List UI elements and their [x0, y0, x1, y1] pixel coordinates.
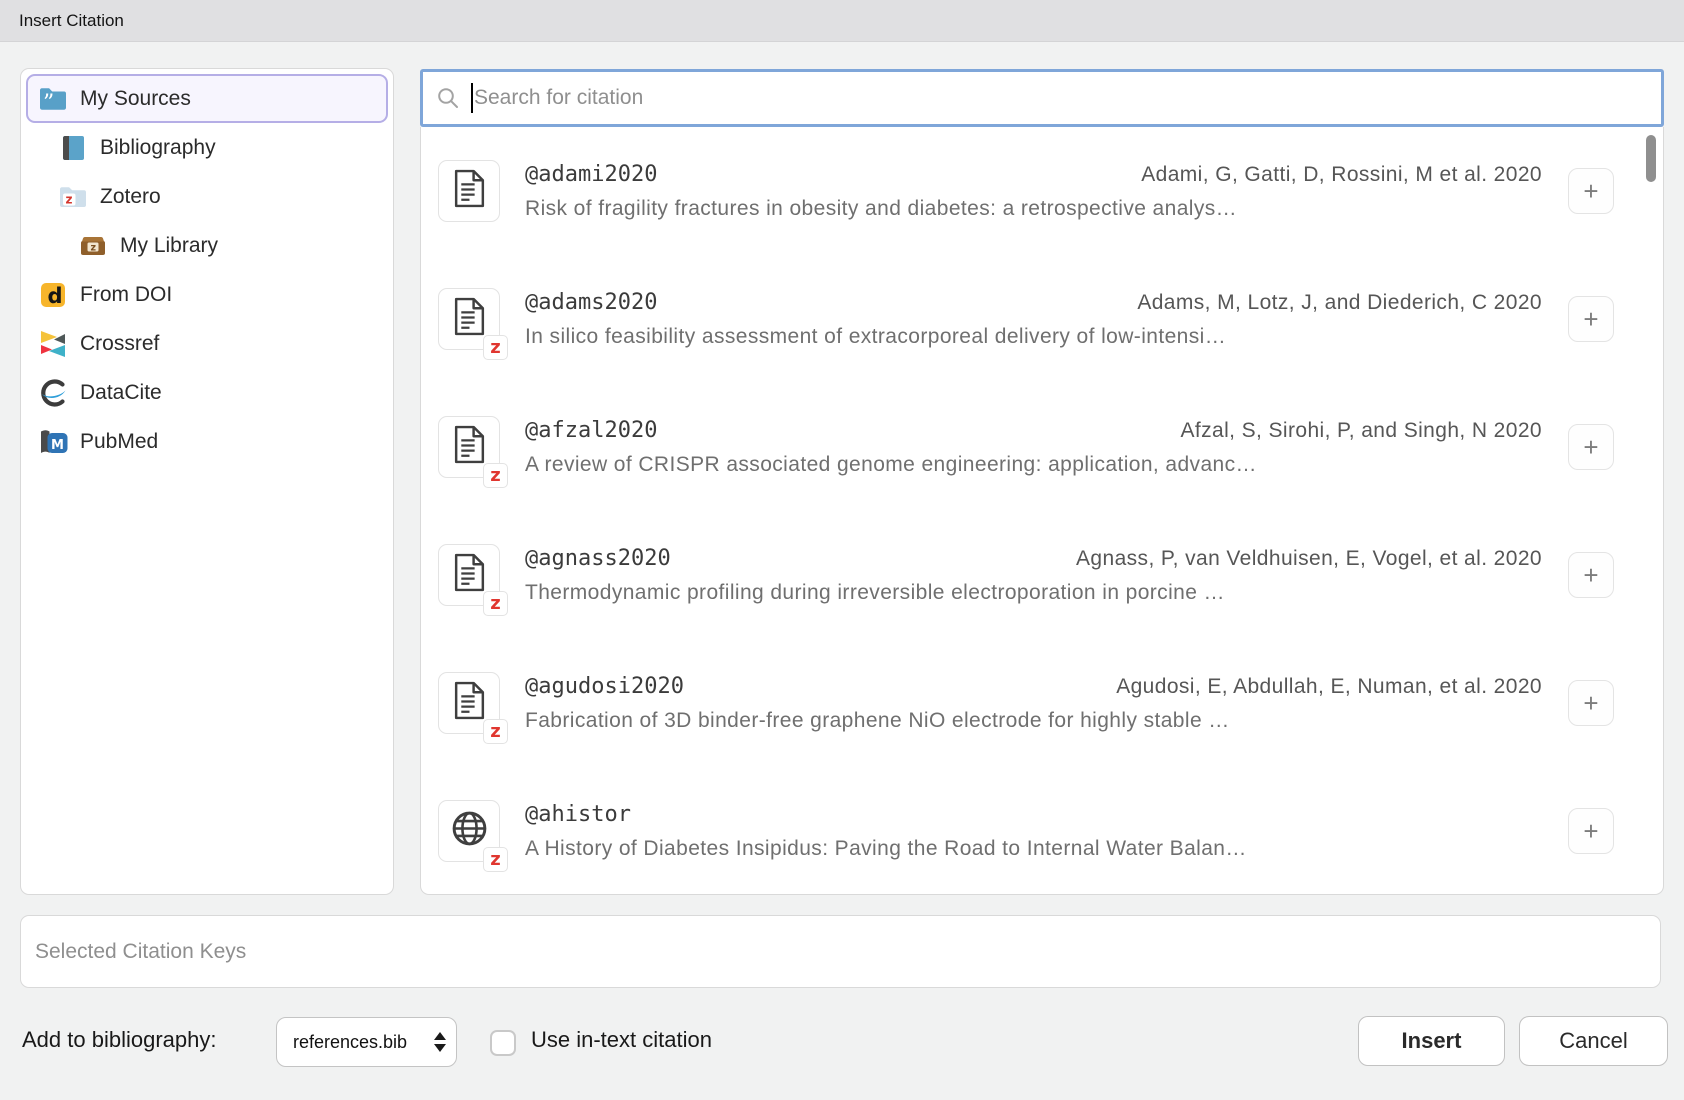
sidebar-item-crossref[interactable]: Crossref	[26, 319, 388, 368]
globe-icon	[449, 808, 490, 854]
citation-search-box	[420, 69, 1664, 127]
scrollbar-thumb[interactable]	[1646, 135, 1656, 182]
doi-icon: d	[38, 280, 68, 310]
document-icon	[453, 425, 486, 469]
search-icon	[436, 86, 460, 110]
selected-citation-keys-placeholder: Selected Citation Keys	[35, 940, 246, 964]
crossref-icon	[38, 329, 68, 359]
citation-title: A review of CRISPR associated genome eng…	[525, 453, 1542, 477]
citation-title: A History of Diabetes Insipidus: Paving …	[525, 837, 1542, 861]
citation-authors: Adami, G, Gatti, D, Rossini, M et al. 20…	[1141, 163, 1542, 187]
zotero-badge: z	[483, 335, 508, 360]
sidebar-item-datacite[interactable]: DataCite	[26, 368, 388, 417]
library-box-icon: z	[78, 231, 108, 261]
sidebar-item-label: My Sources	[80, 87, 191, 111]
add-citation-button[interactable]: +	[1568, 552, 1614, 598]
sidebar-item-zotero[interactable]: z Zotero	[46, 172, 388, 221]
text-cursor	[471, 83, 473, 113]
insert-button[interactable]: Insert	[1358, 1016, 1505, 1066]
citation-authors: Agudosi, E, Abdullah, E, Numan, et al. 2…	[1116, 675, 1542, 699]
cancel-button[interactable]: Cancel	[1519, 1016, 1668, 1066]
use-intext-citation-checkbox[interactable]	[490, 1030, 516, 1056]
bibliography-file-select[interactable]: references.bib	[276, 1017, 457, 1067]
citation-results-list: @adami2020 Adami, G, Gatti, D, Rossini, …	[420, 127, 1664, 895]
citation-key: @ahistor	[525, 802, 631, 827]
zotero-badge: z	[483, 591, 508, 616]
citation-row[interactable]: @adami2020 Adami, G, Gatti, D, Rossini, …	[421, 127, 1663, 255]
citation-title: Thermodynamic profiling during irreversi…	[525, 581, 1542, 605]
citation-row[interactable]: z @adams2020 Adams, M, Lotz, J, and Died…	[421, 255, 1663, 383]
dialog-titlebar: Insert Citation	[0, 0, 1684, 42]
zotero-badge: z	[483, 463, 508, 488]
sidebar-item-label: PubMed	[80, 430, 158, 454]
pubmed-icon: M	[38, 427, 68, 457]
sidebar-item-my-sources[interactable]: ” My Sources	[26, 74, 388, 123]
document-icon	[453, 297, 486, 341]
svg-text:z: z	[91, 242, 97, 253]
sidebar-item-from-doi[interactable]: d From DOI	[26, 270, 388, 319]
add-to-bibliography-label: Add to bibliography:	[22, 1027, 216, 1053]
add-citation-button[interactable]: +	[1568, 424, 1614, 470]
sidebar-item-pubmed[interactable]: M PubMed	[26, 417, 388, 466]
citation-key: @agudosi2020	[525, 674, 684, 699]
document-icon	[453, 169, 486, 213]
citation-row[interactable]: z @agnass2020 Agnass, P, van Veldhuisen,…	[421, 511, 1663, 639]
citation-key: @adams2020	[525, 290, 657, 315]
zotero-badge: z	[483, 847, 508, 872]
sidebar-item-label: Zotero	[100, 185, 161, 209]
use-intext-citation-label: Use in-text citation	[531, 1027, 712, 1053]
sidebar-item-label: From DOI	[80, 283, 172, 307]
dialog-title: Insert Citation	[0, 0, 1684, 41]
citation-row[interactable]: z @ahistor A History of Diabetes Insipid…	[421, 767, 1663, 895]
select-stepper-icon	[434, 1032, 446, 1052]
document-icon	[453, 681, 486, 725]
citation-authors: Agnass, P, van Veldhuisen, E, Vogel, et …	[1076, 547, 1542, 571]
add-citation-button[interactable]: +	[1568, 680, 1614, 726]
citation-key: @adami2020	[525, 162, 657, 187]
citation-title: In silico feasibility assessment of extr…	[525, 325, 1542, 349]
zotero-folder-icon: z	[58, 182, 88, 212]
sidebar-item-my-library[interactable]: z My Library	[66, 221, 388, 270]
svg-text:z: z	[66, 192, 73, 206]
svg-text:”: ”	[43, 91, 54, 114]
citation-title: Risk of fragility fractures in obesity a…	[525, 197, 1542, 221]
sidebar-item-label: DataCite	[80, 381, 162, 405]
citation-key: @afzal2020	[525, 418, 657, 443]
search-input[interactable]	[474, 86, 1661, 110]
sidebar-item-label: Bibliography	[100, 136, 216, 160]
my-sources-folder-icon: ”	[38, 84, 68, 114]
datacite-icon	[38, 378, 68, 408]
bibliography-book-icon	[58, 133, 88, 163]
zotero-badge: z	[483, 719, 508, 744]
sources-sidebar: ” My Sources Bibliography z Zotero z My …	[20, 68, 394, 895]
citation-row[interactable]: z @agudosi2020 Agudosi, E, Abdullah, E, …	[421, 639, 1663, 767]
citation-title: Fabrication of 3D binder-free graphene N…	[525, 709, 1542, 733]
add-citation-button[interactable]: +	[1568, 168, 1614, 214]
citation-row[interactable]: z @afzal2020 Afzal, S, Sirohi, P, and Si…	[421, 383, 1663, 511]
citation-authors: Adams, M, Lotz, J, and Diederich, C 2020	[1137, 291, 1542, 315]
bibliography-file-value: references.bib	[293, 1032, 434, 1053]
svg-text:d: d	[48, 284, 63, 308]
sidebar-item-label: My Library	[120, 234, 218, 258]
selected-citation-keys-box[interactable]: Selected Citation Keys	[20, 915, 1661, 988]
add-citation-button[interactable]: +	[1568, 808, 1614, 854]
document-icon	[453, 553, 486, 597]
citation-key: @agnass2020	[525, 546, 671, 571]
sidebar-item-label: Crossref	[80, 332, 159, 356]
add-citation-button[interactable]: +	[1568, 296, 1614, 342]
citation-authors: Afzal, S, Sirohi, P, and Singh, N 2020	[1180, 419, 1542, 443]
svg-text:M: M	[51, 437, 64, 452]
sidebar-item-bibliography[interactable]: Bibliography	[46, 123, 388, 172]
